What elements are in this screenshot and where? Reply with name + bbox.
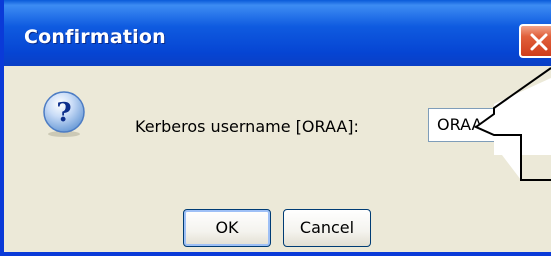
svg-text:?: ? [56, 98, 71, 128]
title-bar[interactable]: Confirmation [4, 0, 551, 66]
close-button[interactable] [519, 24, 551, 58]
ok-button[interactable]: OK [183, 209, 271, 247]
close-icon [530, 33, 548, 51]
screenshot-canvas: Confirmation ? Kerberos username [ORAA]:… [0, 0, 551, 256]
dialog-body [8, 66, 551, 252]
kerberos-username-label: Kerberos username [ORAA]: [135, 117, 359, 136]
question-icon: ? [40, 90, 88, 138]
confirmation-dialog: Confirmation ? Kerberos username [ORAA]:… [0, 0, 551, 256]
cancel-button[interactable]: Cancel [283, 209, 371, 247]
kerberos-username-input[interactable]: ORAA [428, 108, 551, 142]
window-title: Confirmation [24, 26, 166, 48]
